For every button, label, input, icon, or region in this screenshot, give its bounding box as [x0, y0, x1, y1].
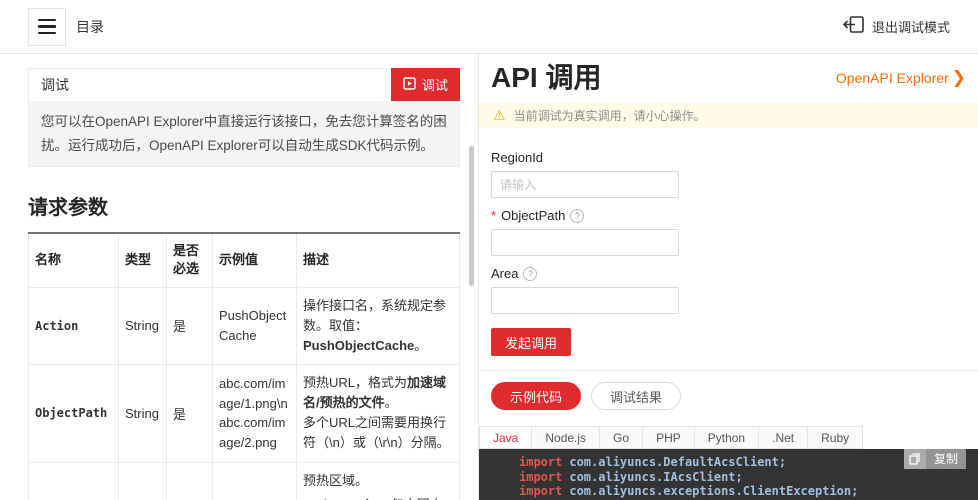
param-required: 是	[167, 365, 213, 463]
required-mark: *	[491, 208, 496, 223]
copy-button[interactable]: 复制	[904, 449, 966, 469]
param-required: 是	[167, 287, 213, 364]
desc-text: 预热URL，格式为	[303, 375, 407, 390]
api-call-title: API 调用	[491, 62, 601, 94]
tab-sample-code[interactable]: 示例代码	[491, 382, 581, 410]
warning-text: 当前调试为真实调用，请小心操作。	[514, 107, 706, 124]
param-description: 预热区域。 domestic：仅中国内地。 overseas：全球（不包含中国内…	[297, 462, 460, 500]
param-description: 操作接口名，系统规定参数。取值： PushObjectCache。	[297, 287, 460, 364]
lang-tab-dotnet[interactable]: .Net	[758, 426, 808, 449]
exit-debug-button[interactable]: 退出调试模式	[842, 16, 950, 38]
desc-text: 。	[414, 338, 427, 353]
lang-tab-java[interactable]: Java	[479, 426, 532, 449]
desc-text: 预热区域。	[303, 471, 453, 491]
scrollbar-thumb[interactable]	[469, 146, 474, 286]
result-tabs: 示例代码 调试结果	[479, 371, 978, 410]
param-required: 否	[167, 462, 213, 500]
lang-tab-php[interactable]: PHP	[642, 426, 695, 449]
code-text: com.aliyuncs.IAcsClient;	[569, 470, 742, 484]
menu-icon	[38, 19, 56, 35]
objectpath-input[interactable]	[491, 229, 679, 256]
code-keyword: import	[519, 470, 562, 484]
col-header-required: 是否必选	[167, 233, 213, 287]
code-keyword: import	[519, 484, 562, 498]
table-row-objectpath: ObjectPath String 是 abc.com/image/1.png\…	[29, 365, 460, 463]
col-header-description: 描述	[297, 233, 460, 287]
param-example: domestic	[213, 462, 297, 500]
lang-tab-nodejs[interactable]: Node.js	[531, 426, 600, 449]
table-header-row: 名称 类型 是否必选 示例值 描述	[29, 233, 460, 287]
doc-panel: 调试 调试 您可以在OpenAPI Explorer中直接运行该接口，免去您计算…	[0, 54, 466, 500]
area-label: Area	[491, 266, 518, 281]
doc-panel-scrollbar	[466, 54, 478, 500]
param-description: 预热URL，格式为加速域名/预热的文件。 多个URL之间需要用换行符（\n）或（…	[297, 365, 460, 463]
desc-text: 多个URL之间需要用换行符（\n）或（\r\n）分隔。	[303, 413, 453, 453]
copy-label: 复制	[926, 449, 966, 469]
desc-bold: PushObjectCache	[303, 338, 414, 353]
tab-debug-result[interactable]: 调试结果	[591, 382, 681, 410]
debug-icon	[403, 77, 416, 93]
exit-label: 退出调试模式	[872, 17, 950, 36]
desc-text: 。	[385, 395, 398, 410]
param-type: String	[119, 287, 167, 364]
lang-tab-go[interactable]: Go	[599, 426, 643, 449]
col-header-example: 示例值	[213, 233, 297, 287]
warning-icon: ⚠	[493, 108, 506, 122]
params-table: 名称 类型 是否必选 示例值 描述 Action String 是 PushOb…	[28, 232, 460, 500]
area-input[interactable]	[491, 287, 679, 314]
main-area: 调试 调试 您可以在OpenAPI Explorer中直接运行该接口，免去您计算…	[0, 54, 978, 500]
explorer-link-label: OpenAPI Explorer	[836, 70, 949, 86]
code-text: com.aliyuncs.DefaultAcsClient;	[569, 455, 786, 469]
table-row-area: Area String 否 domestic 预热区域。 domestic：仅中…	[29, 462, 460, 500]
param-name: Action	[29, 287, 119, 364]
lang-tab-ruby[interactable]: Ruby	[807, 426, 863, 449]
code-keyword: import	[519, 455, 562, 469]
toc-button[interactable]	[28, 8, 66, 46]
explorer-panel: API 调用 OpenAPI Explorer ❯ ⚠ 当前调试为真实调用，请小…	[478, 54, 978, 500]
param-example: abc.com/image/1.png\nabc.com/image/2.png	[213, 365, 297, 463]
lang-tab-python[interactable]: Python	[694, 426, 759, 449]
desc-text: 操作接口名，系统规定参数。取值：	[303, 298, 446, 333]
debug-box: 调试 调试 您可以在OpenAPI Explorer中直接运行该接口，免去您计算…	[28, 68, 460, 167]
param-example: PushObjectCache	[213, 287, 297, 364]
top-bar: 目录 退出调试模式	[0, 0, 978, 54]
code-line: import com.aliyuncs.exceptions.ClientExce…	[519, 484, 978, 499]
col-header-name: 名称	[29, 233, 119, 287]
regionid-input[interactable]	[491, 171, 679, 198]
toc-control: 目录	[28, 8, 104, 46]
debug-description: 您可以在OpenAPI Explorer中直接运行该接口，免去您计算签名的困扰。…	[29, 101, 459, 166]
col-header-type: 类型	[119, 233, 167, 287]
warning-banner: ⚠ 当前调试为真实调用，请小心操作。	[479, 102, 978, 128]
copy-icon	[904, 449, 926, 469]
api-form: RegionId * ObjectPath ? Area ? 发起调用	[479, 128, 978, 356]
param-type: String	[119, 365, 167, 463]
chevron-right-icon: ❯	[952, 68, 966, 88]
param-type: String	[119, 462, 167, 500]
debug-button-label: 调试	[422, 75, 448, 94]
param-name: Area	[29, 462, 119, 500]
regionid-label: RegionId	[491, 150, 543, 165]
code-text: com.aliyuncs.exceptions.ClientException;	[569, 484, 858, 498]
debug-button[interactable]: 调试	[391, 68, 460, 101]
code-line: import com.aliyuncs.IAcsClient;	[519, 470, 978, 485]
help-icon[interactable]: ?	[523, 267, 537, 281]
help-icon[interactable]: ?	[570, 209, 584, 223]
language-tabs: Java Node.js Go PHP Python .Net Ruby	[479, 426, 978, 449]
param-name: ObjectPath	[29, 365, 119, 463]
request-params-heading: 请求参数	[28, 191, 460, 220]
toc-label: 目录	[76, 17, 104, 37]
invoke-button[interactable]: 发起调用	[491, 328, 571, 356]
exit-icon	[842, 16, 864, 38]
table-row-action: Action String 是 PushObjectCache 操作接口名，系统…	[29, 287, 460, 364]
debug-box-title: 调试	[41, 75, 69, 95]
desc-bullet-list: domestic：仅中国内地。 overseas：全球（不包含中国内地）。	[303, 495, 453, 500]
openapi-explorer-link[interactable]: OpenAPI Explorer ❯	[836, 68, 966, 88]
sample-code-block: 复制 importcom.aliyuncs.DefaultAcsClient; …	[479, 449, 978, 500]
objectpath-label: ObjectPath	[501, 208, 565, 223]
